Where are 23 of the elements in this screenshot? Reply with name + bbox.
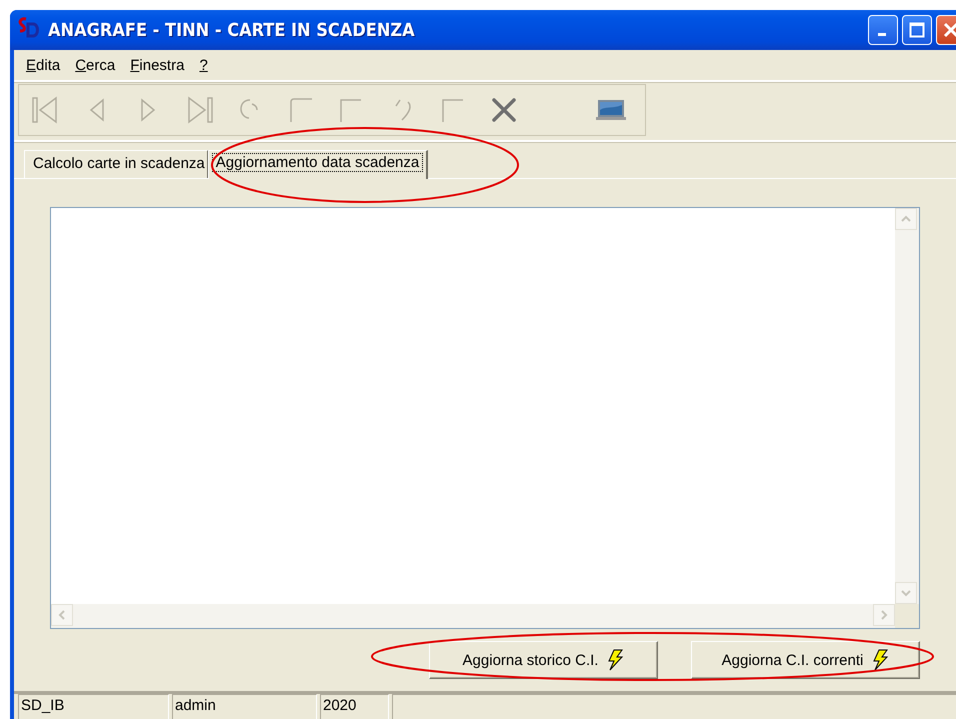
scrollbar-corner [895, 604, 919, 628]
vertical-scrollbar[interactable] [895, 208, 919, 604]
menu-item[interactable]: Edita [20, 54, 70, 76]
action-button[interactable]: Aggiorna C.I. correnti [691, 641, 920, 679]
menu-item[interactable]: Finestra [124, 54, 194, 76]
close-icon [943, 22, 956, 38]
status-panel: SD_IB [18, 694, 169, 719]
menu-item[interactable]: Cerca [69, 54, 124, 76]
tab[interactable]: Aggiornamento data scadenza [208, 150, 428, 179]
app-logo-icon [16, 16, 42, 40]
status-panel: admin [172, 694, 317, 719]
status-panel: 2020 [320, 694, 389, 719]
menu-item[interactable]: ? [193, 54, 217, 76]
tab[interactable]: Calcolo carte in scadenza [24, 150, 208, 178]
lightning-icon [606, 649, 624, 671]
action-button[interactable]: Aggiorna storico C.I. [429, 641, 658, 679]
maximize-button[interactable] [902, 15, 932, 45]
minimize-button[interactable] [868, 15, 898, 45]
horizontal-scrollbar[interactable] [51, 604, 895, 628]
lightning-icon [871, 649, 890, 671]
minimize-icon [878, 32, 886, 36]
window-title: ANAGRAFE - TINN - CARTE IN SCADENZA [48, 20, 416, 40]
maximize-icon [909, 22, 925, 38]
